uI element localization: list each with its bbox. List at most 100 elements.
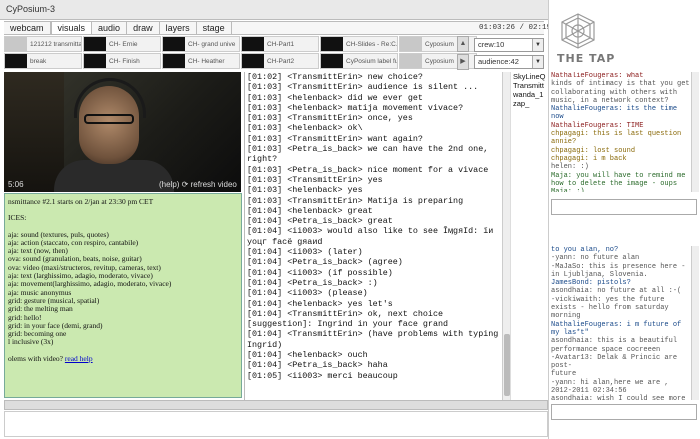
thumbnail-label: CyPosium label fu (346, 57, 398, 65)
right-column: THE TAP NathalieFougeras: what kinds of i… (548, 0, 700, 439)
user-name[interactable]: Transmitt (513, 81, 550, 90)
thumbnail-image (242, 54, 264, 68)
user-name[interactable]: wanda_1 (513, 90, 550, 99)
main-chat-log: [01:02] <TransmittErin> new choice? [01:0… (244, 72, 502, 400)
visual-thumbnail[interactable]: CH- Finish (83, 53, 161, 69)
chat-message: NathalieFougeras: i m future of my las*t… (551, 320, 686, 337)
crew-select-value: crew:10 (478, 40, 505, 49)
thumbnail-image (163, 37, 185, 51)
crew-select[interactable]: crew:10 ▼ (474, 38, 544, 52)
glasses-icon (84, 114, 134, 124)
choice-line: grid: the melting man (8, 304, 73, 314)
thumbnail-label: 121212 transmitta (30, 40, 82, 48)
thumbnail-image (400, 37, 422, 51)
chat-message: kinds of intimacy is that you get collab… (551, 80, 690, 105)
tab-stage[interactable]: stage (197, 22, 232, 34)
chat-message: -MaJaSo: this is presence here - in Ljub… (551, 262, 690, 279)
thumbnail-image (400, 54, 422, 68)
tab-draw[interactable]: draw (127, 22, 160, 34)
chat-message: -yann: hi alan,here we are , 2012-2011 0… (551, 378, 673, 396)
chat-message: chpagagi: i m back (551, 154, 627, 163)
thumbnail-image (84, 37, 106, 51)
chat-message: [01:04] <TransmittErin> (have problems w… (247, 329, 499, 350)
chat-message: helen: :) (551, 163, 589, 172)
chat-message: [01:03] <TransmittErin> want again? (247, 133, 423, 144)
thumbnail-image (5, 54, 27, 68)
visual-thumbnail[interactable]: CH-Part1 (241, 36, 319, 52)
right-chat-bottom: to you alan, no? -yann: no future alan -Ma… (551, 246, 691, 400)
tab-visuals[interactable]: visuals (50, 22, 93, 34)
audience-select-value: audience:42 (478, 57, 519, 66)
thumbnail-image (163, 54, 185, 68)
chat-scrollbar[interactable] (502, 72, 510, 400)
chat-message: [01:03] <Petra_is_back> nice moment for … (247, 164, 489, 175)
visual-thumbnail[interactable]: CH-Part2 (241, 53, 319, 69)
webcam-video[interactable]: 5:06 (help) ⟳ refresh video (4, 72, 241, 192)
video-shelf (4, 72, 64, 192)
thumbnail-label: CH-Part2 (267, 57, 295, 65)
chat-message: [01:03] <TransmittErin> once, yes (247, 113, 413, 124)
visual-thumbnail[interactable]: CH- Ernie (83, 36, 161, 52)
thumbnail-label: Cyposium (425, 57, 454, 65)
tab-bar: webcam visuals audio draw layers stage (4, 21, 544, 35)
chat-message: [01:04] <ii003> would also like to see Ĭ… (247, 226, 499, 247)
tab-audio[interactable]: audio (92, 22, 128, 34)
choice-line: l inclusive (3x) (8, 337, 54, 347)
right-top-scrollbar[interactable] (691, 72, 699, 192)
visual-thumbnail[interactable]: break (4, 53, 82, 69)
choice-line (8, 206, 238, 214)
chat-message: NathalieFougeras: its the time now (551, 105, 682, 122)
right-top-input[interactable] (551, 199, 697, 215)
right-bottom-input[interactable] (551, 404, 697, 420)
chat-message: [01:04] <helenback> yes let's (247, 298, 393, 309)
chat-message: [01:04] <ii003> (please) (247, 288, 368, 299)
visuals-thumbnail-strip: 121212 transmitta CH- Ernie CH- grand univ… (4, 36, 477, 70)
chat-message: NathalieFougeras: what (551, 72, 644, 80)
visual-thumbnail[interactable]: 121212 transmitta (4, 36, 82, 52)
thumb-scroll-arrows: ▲ ▶ (457, 36, 469, 70)
visual-thumbnail[interactable]: CH- Heather (162, 53, 240, 69)
choices-panel: nsmittance #2.1 starts on 2/jan at 23:30… (4, 193, 242, 398)
right-chat-top: NathalieFougeras: what kinds of intimacy … (551, 72, 691, 192)
chat-message: [01:04] <TransmittErin> ok, next choice … (247, 308, 449, 330)
thumbnail-label: CH- grand unive (188, 40, 236, 48)
user-name[interactable]: zap_ (513, 99, 550, 108)
chat-message: asondhaia: no future at all :-( (551, 287, 682, 296)
tab-webcam[interactable]: webcam (4, 22, 51, 34)
visual-thumbnail[interactable]: CH-Slides - Re:C.. (320, 36, 398, 52)
user-name[interactable]: SkyLineQ (513, 72, 550, 81)
chat-message: [01:04] <Petra_is_back> :) (247, 277, 378, 288)
chat-message: [01:03] <helenback> did we ever get (247, 92, 423, 103)
thumbnail-image (5, 37, 27, 51)
chat-message: to you alan, no? (551, 246, 619, 254)
help-link[interactable]: read help (65, 354, 93, 363)
right-bottom-scrollbar[interactable] (691, 246, 699, 400)
title-bar: CyPosium-3 (0, 0, 548, 20)
chat-message: chpagagi: this is last question annie? (551, 130, 686, 147)
chat-message: -yann: no future alan (551, 254, 640, 263)
chevron-down-icon: ▼ (532, 56, 543, 68)
thumb-up-arrow-icon[interactable]: ▲ (457, 36, 469, 52)
chat-message: [01:04] <Petra_is_back> haha (247, 360, 388, 371)
chat-message: asondhaia: wish I could see more of the … (551, 395, 686, 400)
visual-thumbnail[interactable]: CH- grand unive (162, 36, 240, 52)
thumb-down-arrow-icon[interactable]: ▶ (457, 54, 469, 70)
thumbnail-image (321, 54, 343, 68)
thumbnail-label: CH-Part1 (267, 40, 295, 48)
chat-message: [01:03] <TransmittErin> Matija is prepar… (247, 195, 464, 206)
chat-message: [01:03] <helenback> ok\ (247, 123, 363, 134)
thumbnail-image (84, 54, 106, 68)
thumbnail-label: CH-Slides - Re:C.. (346, 40, 398, 48)
video-controls[interactable]: (help) ⟳ refresh video (159, 180, 237, 189)
thumbnail-label: Cyposium (425, 40, 454, 48)
visual-thumbnail[interactable]: CyPosium label fu (320, 53, 398, 69)
tab-layers[interactable]: layers (160, 22, 197, 34)
audience-select[interactable]: audience:42 ▼ (474, 55, 544, 69)
chat-message: [01:04] <helenback> ouch (247, 350, 368, 361)
chat-message: [01:04] <Petra_is_back> great (247, 216, 393, 227)
chat-input[interactable] (4, 411, 548, 437)
app-window: CyPosium-3 webcam visuals audio draw layers s… (0, 0, 700, 439)
thumbnail-label: break (30, 57, 47, 65)
chat-message: [01:04] <helenback> great (247, 205, 373, 216)
thumbnail-image (321, 37, 343, 51)
